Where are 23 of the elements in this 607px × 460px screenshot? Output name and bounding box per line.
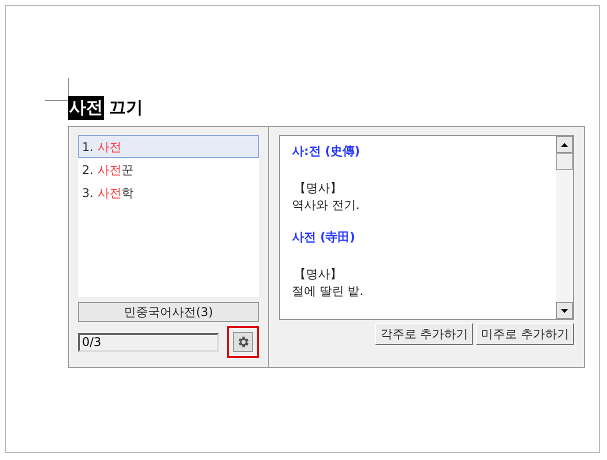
add-note-button[interactable]: 미주로 추가하기 (476, 323, 574, 345)
document-word: 끄기 (109, 97, 143, 120)
scroll-up-button[interactable] (556, 136, 573, 153)
part-of-speech: 【명사】 (294, 266, 343, 283)
result-item[interactable]: 3. 사전학 (78, 181, 259, 204)
scroll-thumb[interactable] (556, 153, 573, 170)
headword: 사:전 (史傳) (292, 143, 361, 160)
scroll-down-button[interactable] (556, 302, 573, 319)
scrollbar[interactable] (556, 136, 573, 319)
highlighted-word: 사전 (68, 96, 104, 120)
up-arrow-icon (561, 142, 568, 146)
meaning: 역사와 전기. (292, 197, 361, 214)
dictionary-label: 민중국어사전(3) (78, 302, 259, 322)
add-note-button[interactable]: 각주로 추가하기 (375, 323, 474, 345)
part-of-speech: 【명사】 (294, 180, 343, 197)
settings-button[interactable] (233, 332, 253, 352)
counter-field: 0/3 (78, 332, 219, 352)
result-item[interactable]: 2. 사전꾼 (78, 158, 259, 181)
down-arrow-icon (561, 308, 568, 312)
headword: 사전 (寺田) (292, 229, 356, 246)
meaning: 절에 딸린 밭. (292, 283, 364, 300)
settings-icon (236, 335, 250, 349)
result-item[interactable]: 1. 사전 (78, 135, 259, 158)
